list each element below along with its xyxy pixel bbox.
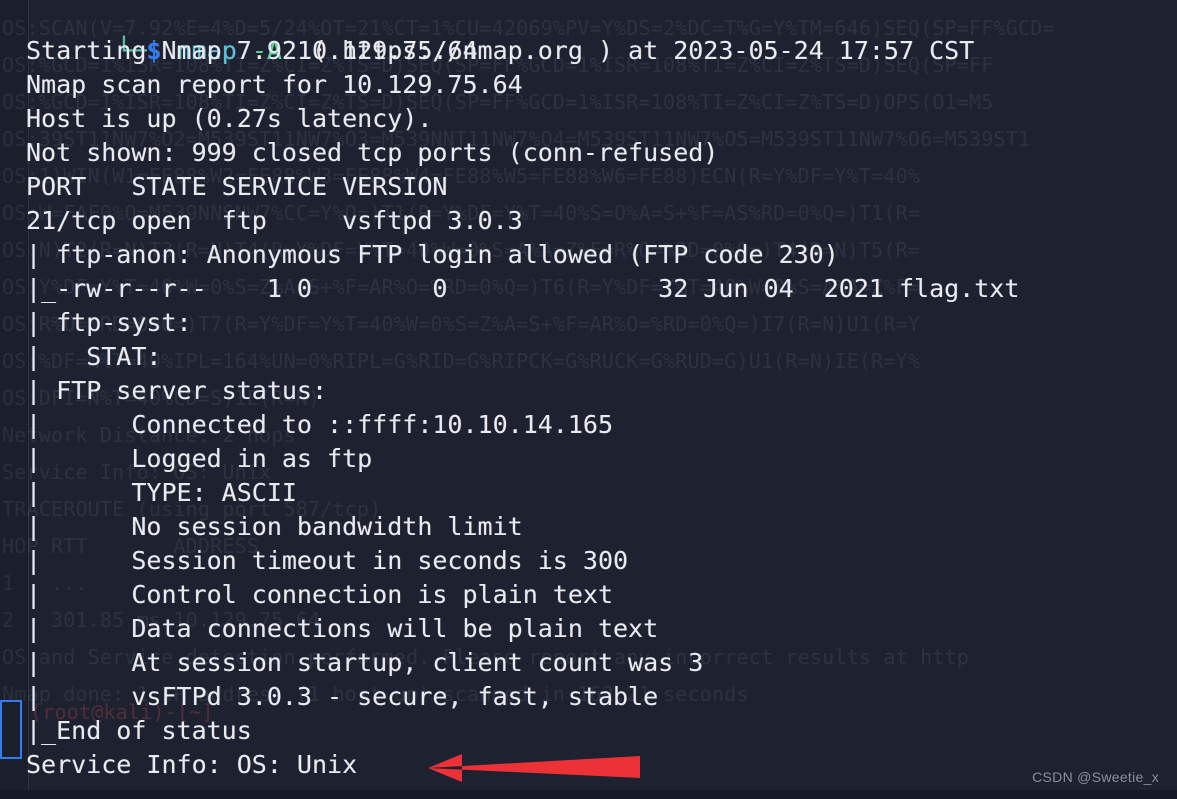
terminal-line: | No session bandwidth limit [26, 512, 523, 541]
terminal-line: | ftp-syst: [26, 308, 192, 337]
terminal-window: OS:SCAN(V=7.92%E=4%D=5/24%OT=21%CT=1%CU=… [0, 0, 1177, 799]
terminal-line: Not shown: 999 closed tcp ports (conn-re… [26, 138, 719, 167]
terminal-line: | Session timeout in seconds is 300 [26, 546, 629, 575]
terminal-line: | Control connection is plain text [26, 580, 613, 609]
terminal-cursor-box[interactable] [0, 700, 22, 759]
red-annotation-arrow [428, 754, 640, 782]
terminal-line: | Logged in as ftp [26, 444, 373, 473]
terminal-line: PORT STATE SERVICE VERSION [26, 172, 448, 201]
terminal-line: 21/tcp open ftp vsftpd 3.0.3 [26, 206, 523, 235]
terminal-line: | At session startup, client count was 3 [26, 648, 704, 677]
terminal-line: |_-rw-r--r-- 1 0 0 32 Jun 04 2021 flag.t… [26, 274, 1020, 303]
watermark-text: CSDN @Sweetie_x [1032, 769, 1159, 785]
terminal-line: | vsFTPd 3.0.3 - secure, fast, stable [26, 682, 659, 711]
terminal-line: Starting Nmap 7.92 ( https://nmap.org ) … [26, 36, 975, 65]
terminal-line: | STAT: [26, 342, 162, 371]
terminal-line: Service Info: OS: Unix [26, 750, 358, 779]
terminal-line: | TYPE: ASCII [26, 478, 297, 507]
terminal-line: | ftp-anon: Anonymous FTP login allowed … [26, 240, 839, 269]
terminal-line: | FTP server status: [26, 376, 328, 405]
terminal-line: |_End of status [26, 716, 252, 745]
terminal-line: | Data connections will be plain text [26, 614, 659, 643]
terminal-line: | Connected to ::ffff:10.10.14.165 [26, 410, 613, 439]
terminal-output[interactable]: └─$ nmap -A 10.129.75.64 Starting Nmap 7… [0, 0, 1177, 799]
terminal-line: Host is up (0.27s latency). [26, 104, 433, 133]
terminal-line: Nmap scan report for 10.129.75.64 [26, 70, 523, 99]
